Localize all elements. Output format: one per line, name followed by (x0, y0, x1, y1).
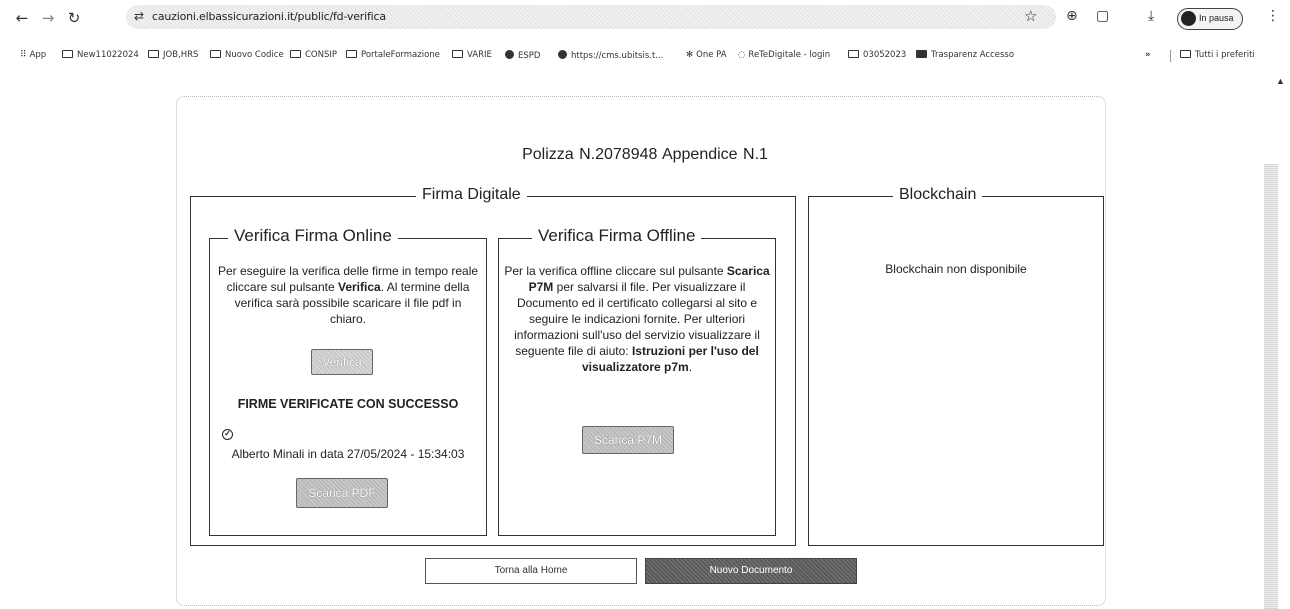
folder-icon (148, 50, 159, 58)
blockchain-status: Blockchain non disponibile (885, 262, 1027, 276)
page-scrollbar[interactable] (1264, 164, 1278, 609)
site-info-icon[interactable]: ⇄ (134, 9, 144, 23)
verifica-offline-instructions: Per la verifica offline cliccare sul pul… (504, 264, 770, 374)
bookmark-item[interactable]: ⠿ App (20, 50, 46, 60)
bookmark-item[interactable]: ◌ ReTeDigitale - login (738, 50, 830, 60)
profile-status: In pausa (1199, 13, 1234, 23)
verifica-online-legend: Verifica Firma Online (228, 226, 398, 246)
home-button[interactable]: Torna alla Home (425, 558, 637, 584)
bookmark-item[interactable]: Trasparenz Accesso (916, 50, 1014, 60)
bookmarks-bar: ⠿ App New11022024 JOB,HRS Nuovo Codice CO… (0, 50, 1290, 68)
apps-grid-icon: ⠿ (20, 50, 27, 60)
trasparenza-icon (916, 50, 927, 58)
globe-icon (558, 50, 567, 59)
bookmark-item[interactable]: JOB,HRS (148, 50, 198, 60)
address-url[interactable]: cauzioni.elbassicurazioni.it/public/fd-v… (152, 10, 386, 23)
page-title: Polizza N.2078948 Appendice N.1 (522, 146, 768, 163)
bookmark-item[interactable]: https://cms.ubitsis.t... (558, 50, 663, 61)
folder-icon (452, 50, 463, 58)
onepa-icon: ✻ (686, 50, 694, 60)
kebab-menu-icon[interactable]: ⋮ (1266, 8, 1280, 24)
globe-icon (505, 50, 514, 59)
blockchain-group (808, 196, 1104, 546)
extension-icon[interactable]: ⊕ (1066, 8, 1078, 24)
verifica-offline-legend: Verifica Firma Offline (532, 226, 702, 246)
avatar (1181, 11, 1196, 26)
download-icon[interactable]: ⤓ (1148, 8, 1154, 24)
browser-chrome: ← → ↻ ⇄ cauzioni.elbassicurazioni.it/pub… (0, 0, 1290, 66)
signer-info: Alberto Minali in data 27/05/2024 - 15:3… (231, 447, 465, 461)
bookmark-item[interactable]: ESPD (505, 50, 540, 61)
bookmarks-overflow-button[interactable]: » (1145, 50, 1151, 60)
folder-icon (346, 50, 357, 58)
folder-icon (1180, 50, 1191, 58)
new-document-button[interactable]: Nuovo Documento (645, 558, 857, 584)
folder-icon (210, 50, 221, 58)
bookmark-star-icon[interactable]: ☆ (1024, 7, 1037, 25)
scroll-up-icon[interactable]: ▲ (1276, 76, 1285, 86)
bookmark-item[interactable]: PortaleFormazione (346, 50, 440, 60)
all-bookmarks-button[interactable]: Tutti i preferiti (1180, 50, 1255, 60)
folder-icon (290, 50, 301, 58)
reload-icon[interactable]: ↻ (64, 8, 84, 28)
check-circle-icon: ✓ (222, 429, 233, 440)
bookmark-item[interactable]: Nuovo Codice (210, 50, 284, 60)
download-pdf-button[interactable]: Scarica PDF (296, 478, 388, 508)
profile-button[interactable]: In pausa (1177, 8, 1243, 30)
bookmark-item[interactable]: CONSIP (290, 50, 337, 60)
forward-arrow-icon[interactable]: → (38, 8, 58, 28)
bookmark-item[interactable]: ✻ One PA (686, 50, 727, 60)
firma-digitale-legend: Firma Digitale (416, 186, 527, 204)
back-arrow-icon[interactable]: ← (12, 8, 32, 28)
folder-icon (848, 50, 859, 58)
verifica-online-instructions: Per eseguire la verifica delle firme in … (217, 264, 479, 326)
bookmark-item[interactable]: 03052023 (848, 50, 906, 60)
download-p7m-button[interactable]: Scarica P7M (582, 426, 674, 454)
blockchain-legend: Blockchain (893, 186, 983, 204)
browser-toolbar: ← → ↻ ⇄ cauzioni.elbassicurazioni.it/pub… (0, 0, 1290, 36)
verifica-button[interactable]: Verifica (311, 349, 373, 375)
bookmark-item[interactable]: New11022024 (62, 50, 139, 60)
verification-status: FIRME VERIFICATE CON SUCCESSO (237, 397, 459, 411)
folder-icon (62, 50, 73, 58)
bookmark-item[interactable]: VARIE (452, 50, 492, 60)
extensions-puzzle-icon[interactable]: ▢ (1096, 8, 1109, 24)
bookmarks-divider (1170, 50, 1171, 62)
retedigitale-icon: ◌ (738, 50, 746, 60)
